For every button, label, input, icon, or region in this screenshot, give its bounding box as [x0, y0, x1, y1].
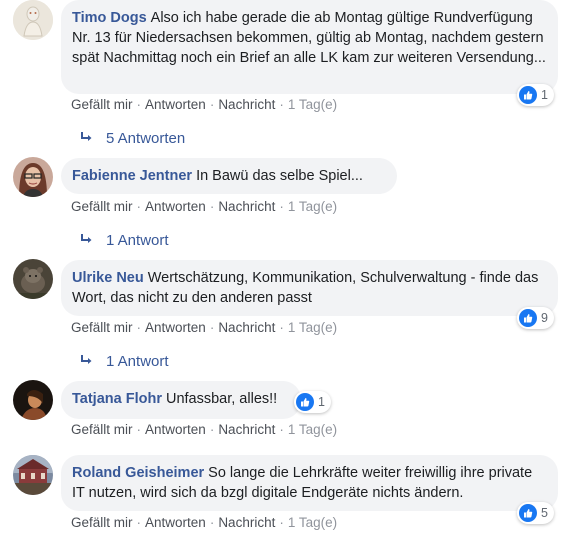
reaction-badge[interactable]: 1 [294, 391, 331, 413]
avatar-image [13, 380, 53, 420]
like-link[interactable]: Gefällt mir [71, 97, 133, 112]
separator: · [136, 97, 142, 112]
reaction-count: 1 [541, 88, 548, 102]
reply-arrow-icon [81, 234, 92, 243]
reply-link[interactable]: Antworten [145, 97, 206, 112]
avatar[interactable] [13, 0, 53, 40]
comment-author[interactable]: Roland Geisheimer [72, 465, 204, 481]
view-replies-link[interactable]: 1 Antwort [80, 353, 169, 370]
like-thumb-icon [296, 393, 314, 411]
comment-actions: Gefällt mir · Antworten · Nachricht · 1 Tag(e) [71, 515, 337, 530]
comment-text: In Bawü das selbe Spiel... [196, 168, 363, 184]
replies-label: 1 Antwort [106, 232, 169, 249]
comment-author[interactable]: Tatjana Flohr [72, 391, 162, 407]
view-replies-link[interactable]: 5 Antworten [80, 130, 185, 147]
comment-actions: Gefällt mir · Antworten · Nachricht · 1 Tag(e) [71, 199, 337, 214]
reaction-badge[interactable]: 9 [517, 307, 554, 329]
like-thumb-icon [519, 504, 537, 522]
reaction-badge[interactable]: 1 [517, 84, 554, 106]
separator: · [209, 320, 215, 335]
reply-arrow-icon [81, 355, 92, 364]
comment-actions: Gefällt mir · Antworten · Nachricht · 1 Tag(e) [71, 97, 337, 112]
separator: · [279, 515, 284, 530]
separator: · [136, 320, 142, 335]
like-link[interactable]: Gefällt mir [71, 199, 133, 214]
like-thumb-icon [519, 309, 537, 327]
separator: · [136, 422, 142, 437]
timestamp[interactable]: 1 Tag(e) [288, 515, 337, 530]
separator: · [136, 199, 142, 214]
comment-author[interactable]: Fabienne Jentner [72, 168, 192, 184]
comment-actions: Gefällt mir · Antworten · Nachricht · 1 Tag(e) [71, 422, 337, 437]
message-link[interactable]: Nachricht [218, 422, 275, 437]
comment-author[interactable]: Timo Dogs [72, 10, 147, 26]
comment-author[interactable]: Ulrike Neu [72, 270, 144, 286]
avatar[interactable] [13, 455, 53, 495]
separator: · [209, 422, 215, 437]
view-replies-link[interactable]: 1 Antwort [80, 232, 169, 249]
message-link[interactable]: Nachricht [218, 515, 275, 530]
comment-text: Unfassbar, alles!! [165, 391, 278, 407]
comment-bubble: Roland Geisheimer So lange die Lehrkräfte… [61, 455, 558, 511]
comment-bubble: Fabienne Jentner In Bawü das selbe Spiel.… [61, 158, 397, 194]
avatar-image [13, 455, 53, 495]
reaction-badge[interactable]: 5 [517, 502, 554, 524]
reaction-count: 1 [318, 395, 325, 409]
separator: · [279, 97, 284, 112]
separator: · [136, 515, 142, 530]
comment-bubble: Tatjana Flohr Unfassbar, alles!! [61, 381, 301, 419]
reply-link[interactable]: Antworten [145, 422, 206, 437]
avatar-image [13, 0, 53, 40]
avatar-image [13, 157, 53, 197]
like-link[interactable]: Gefällt mir [71, 422, 133, 437]
like-link[interactable]: Gefällt mir [71, 320, 133, 335]
separator: · [279, 320, 284, 335]
message-link[interactable]: Nachricht [218, 97, 275, 112]
comment-actions: Gefällt mir · Antworten · Nachricht · 1 Tag(e) [71, 320, 337, 335]
timestamp[interactable]: 1 Tag(e) [288, 199, 337, 214]
comment-bubble: Ulrike Neu Wertschätzung, Kommunikation, … [61, 260, 558, 316]
avatar[interactable] [13, 380, 53, 420]
separator: · [279, 199, 284, 214]
separator: · [209, 199, 215, 214]
like-link[interactable]: Gefällt mir [71, 515, 133, 530]
replies-label: 5 Antworten [106, 130, 186, 147]
avatar[interactable] [13, 259, 53, 299]
reply-link[interactable]: Antworten [145, 515, 206, 530]
reply-link[interactable]: Antworten [145, 199, 206, 214]
avatar[interactable] [13, 157, 53, 197]
timestamp[interactable]: 1 Tag(e) [288, 320, 337, 335]
like-thumb-icon [519, 86, 537, 104]
reply-link[interactable]: Antworten [145, 320, 206, 335]
separator: · [209, 515, 215, 530]
replies-label: 1 Antwort [106, 353, 169, 370]
separator: · [279, 422, 284, 437]
reply-arrow-icon [81, 132, 92, 141]
message-link[interactable]: Nachricht [218, 320, 275, 335]
reaction-count: 9 [541, 311, 548, 325]
timestamp[interactable]: 1 Tag(e) [288, 422, 337, 437]
reaction-count: 5 [541, 506, 548, 520]
message-link[interactable]: Nachricht [218, 199, 275, 214]
comment-bubble: Timo Dogs Also ich habe gerade die ab Mon… [61, 0, 558, 94]
separator: · [209, 97, 215, 112]
timestamp[interactable]: 1 Tag(e) [288, 97, 337, 112]
avatar-image [13, 259, 53, 299]
